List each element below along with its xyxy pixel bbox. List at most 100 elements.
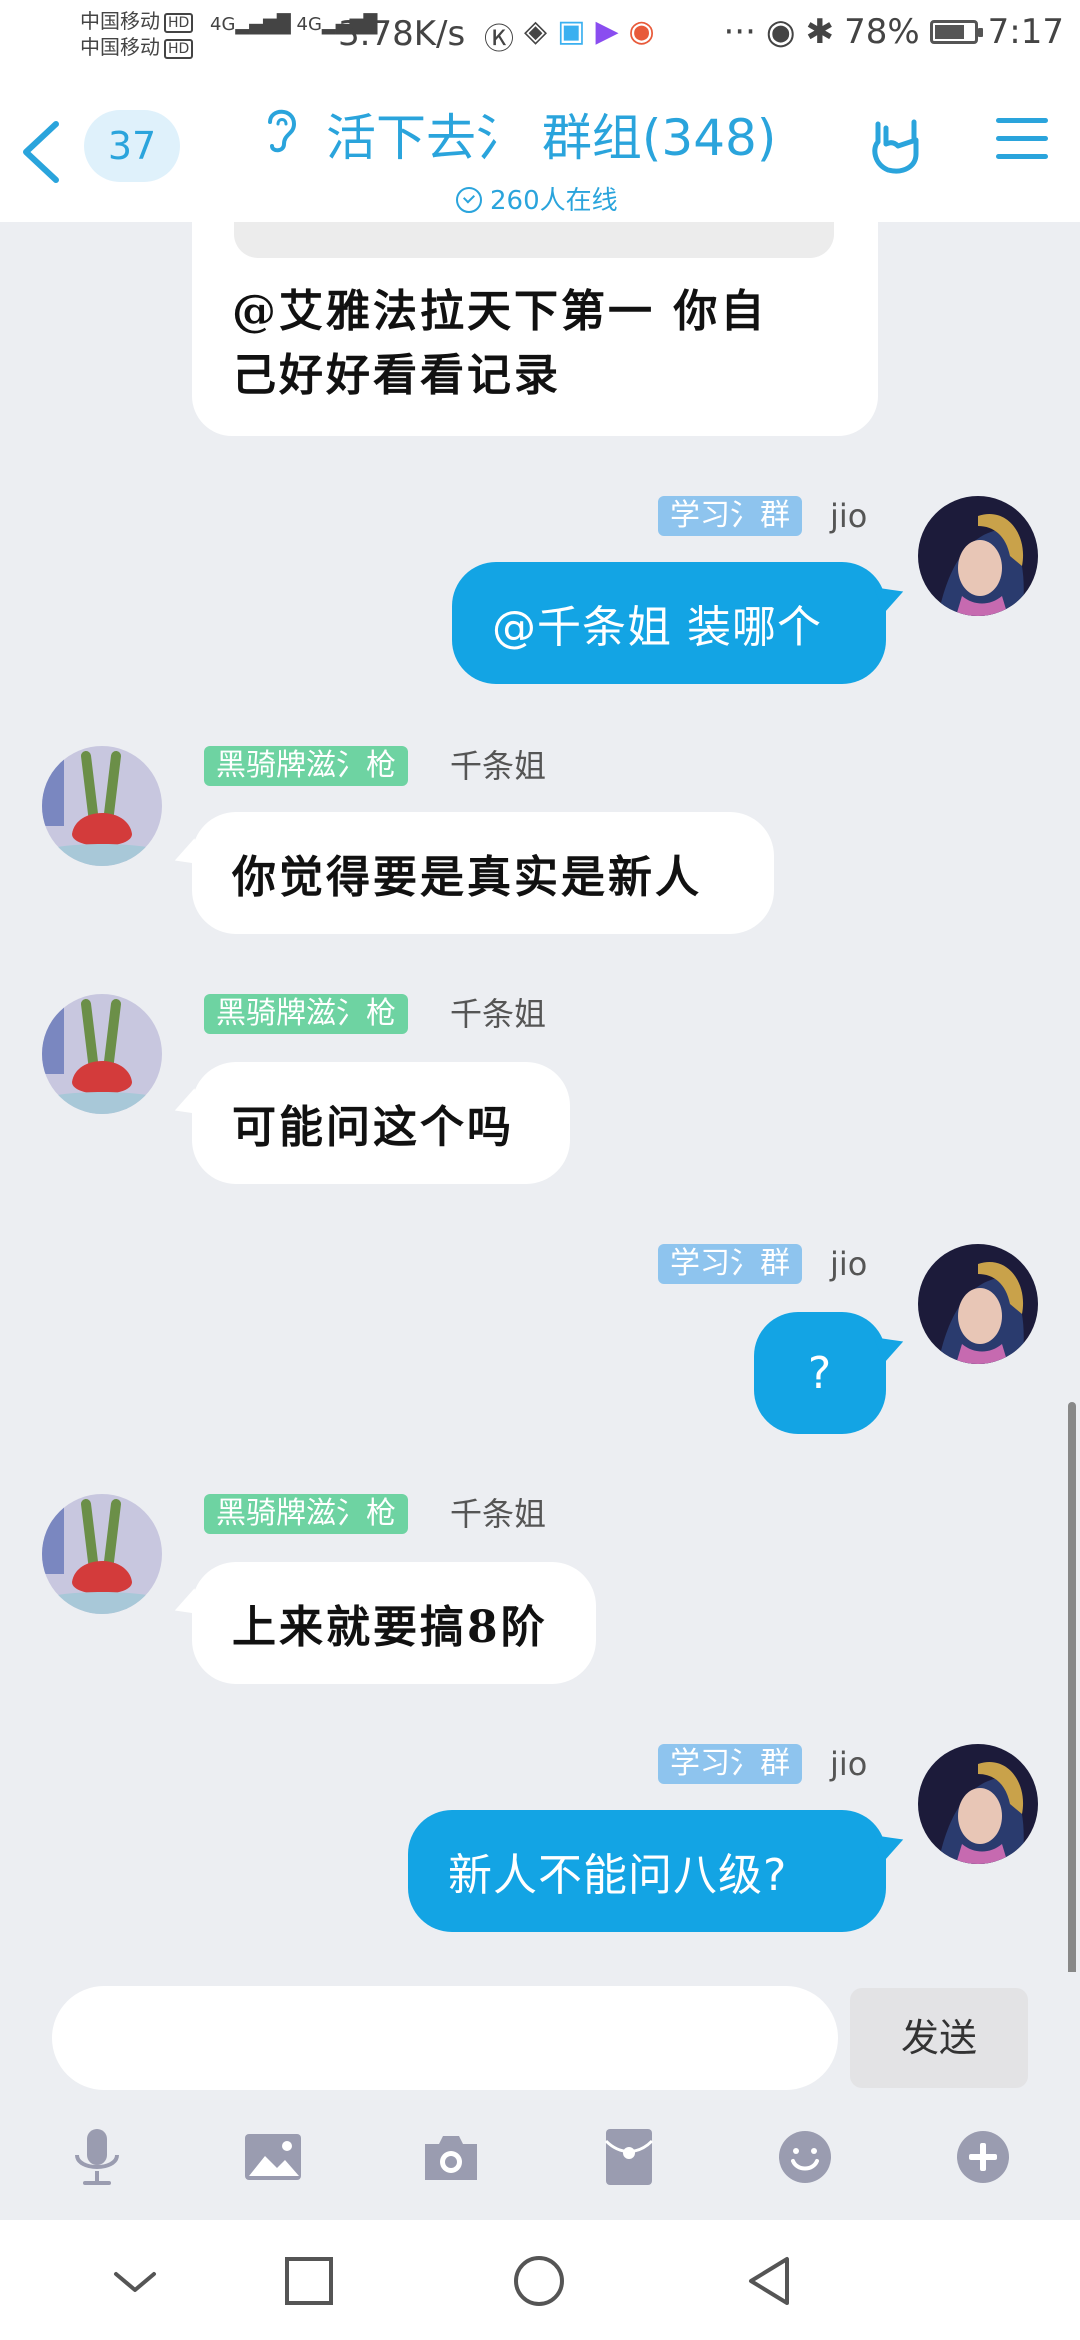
sender-name[interactable]: jio: [830, 496, 867, 536]
avatar-image: [918, 1744, 1038, 1864]
browser-icon: ◉: [628, 14, 655, 49]
menu-line: [996, 154, 1048, 159]
avatar-image: [918, 1244, 1038, 1364]
composer: 发送: [0, 1972, 1080, 2220]
avatar-image: [42, 746, 162, 866]
square-icon: [285, 2257, 333, 2305]
carrier-2: 中国移动: [80, 35, 160, 59]
message-bubble[interactable]: @千条姐 装哪个: [452, 562, 886, 684]
carrier-1: 中国移动: [80, 9, 160, 33]
status-bar: 中国移动 HD 中国移动 HD 4G▂▄▆█ 4G▂▄▆█ 3.78K/s Ⓚ ◈ …: [0, 0, 1080, 72]
unread-count-badge[interactable]: 37: [84, 110, 180, 182]
rock-hand-button[interactable]: [864, 114, 928, 178]
battery-fill: [934, 25, 965, 39]
system-nav-bar: [0, 2220, 1080, 2340]
net-type-2: 4G: [296, 14, 322, 35]
battery-icon: [929, 20, 983, 44]
mic-icon: [75, 2129, 119, 2185]
member-tag: 学习氵群: [658, 1744, 802, 1784]
app-icon: ▣: [557, 14, 586, 49]
sender-name[interactable]: 千条姐: [450, 1494, 546, 1534]
net-type-1: 4G: [210, 14, 236, 35]
status-icons: Ⓚ ◈ ▣ ▶ ◉: [484, 14, 655, 58]
message-bubble[interactable]: 可能问这个吗: [192, 1062, 570, 1184]
image-button[interactable]: [238, 2122, 308, 2192]
avatar[interactable]: [42, 746, 162, 866]
avatar[interactable]: [918, 1244, 1038, 1364]
avatar[interactable]: [42, 994, 162, 1114]
video-app-icon: ▶: [595, 14, 619, 49]
clock: 7:17: [987, 12, 1064, 52]
nav-collapse-button[interactable]: [100, 2246, 170, 2316]
sender-name[interactable]: 千条姐: [450, 994, 546, 1034]
message-text: 上来就要搞8阶: [232, 1602, 548, 1653]
online-text: 260人在线: [490, 186, 618, 216]
ear-icon: [268, 109, 297, 153]
nav-back-button[interactable]: [734, 2246, 804, 2316]
emoji-button[interactable]: [770, 2122, 840, 2192]
emoji-icon: [779, 2131, 831, 2183]
avatar[interactable]: [918, 1744, 1038, 1864]
scrollbar[interactable]: [1068, 1402, 1076, 1972]
avatar-image: [918, 496, 1038, 616]
rock-hand-icon: [872, 119, 919, 174]
triangle-back-icon: [749, 2257, 789, 2305]
k-app-icon: Ⓚ: [484, 22, 514, 57]
message-text: @千条姐 装哪个: [492, 602, 822, 653]
sender-name[interactable]: jio: [830, 1244, 867, 1284]
message-list[interactable]: @艾雅法拉天下第一 你自 己好好看看记录 学习氵群 jio @千条姐 装哪个 黑…: [0, 222, 1080, 1972]
hd-badge: HD: [164, 38, 194, 59]
image-icon: [245, 2134, 301, 2180]
send-button[interactable]: 发送: [850, 1988, 1028, 2088]
message-text-line-1: @艾雅法拉天下第一 你自: [232, 286, 768, 337]
message-bubble[interactable]: ?: [754, 1312, 886, 1434]
camera-icon: [425, 2136, 477, 2180]
nav-home-button[interactable]: [504, 2246, 574, 2316]
quoted-message: [234, 222, 834, 258]
member-tag: 黑骑牌滋氵枪: [204, 746, 408, 786]
network-speed: 3.78K/s: [338, 14, 466, 54]
message-bubble[interactable]: @艾雅法拉天下第一 你自 己好好看看记录: [192, 222, 878, 436]
avatar-image: [42, 994, 162, 1114]
message-bubble[interactable]: 你觉得要是真实是新人: [192, 812, 774, 934]
message-text: ?: [807, 1347, 833, 1399]
online-icon: [456, 187, 482, 213]
red-packet-button[interactable]: [594, 2122, 664, 2192]
hd-badge: HD: [164, 12, 194, 33]
chat-header: 37 活下去氵 群组(348) 260人在线: [0, 72, 1080, 222]
avatar[interactable]: [918, 496, 1038, 616]
online-count: 260人在线: [456, 180, 618, 217]
menu-line: [996, 136, 1048, 141]
sender-name[interactable]: 千条姐: [450, 746, 546, 786]
chevron-down-icon: [114, 2272, 156, 2292]
message-text: 可能问这个吗: [232, 1102, 514, 1153]
carrier-info: 中国移动 HD 中国移动 HD: [80, 8, 194, 60]
more-icon: ···: [723, 12, 756, 52]
voice-button[interactable]: [62, 2122, 132, 2192]
message-bubble[interactable]: 上来就要搞8阶: [192, 1562, 596, 1684]
message-text-line-2: 己好好看看记录: [232, 350, 561, 401]
composer-toolbar: [0, 2122, 1080, 2202]
sender-name[interactable]: jio: [830, 1744, 867, 1784]
camera-button[interactable]: [416, 2122, 486, 2192]
signal-icon: ▂▄▆█: [235, 14, 291, 35]
message-bubble[interactable]: 新人不能问八级?: [408, 1810, 886, 1932]
member-tag: 黑骑牌滋氵枪: [204, 1494, 408, 1534]
menu-line: [996, 118, 1048, 123]
nav-recents-button[interactable]: [274, 2246, 344, 2316]
chevron-left-icon: [23, 121, 59, 183]
member-tag: 黑骑牌滋氵枪: [204, 994, 408, 1034]
menu-button[interactable]: [996, 118, 1048, 170]
message-input[interactable]: [52, 1986, 838, 2090]
back-button[interactable]: [12, 112, 72, 192]
eye-icon: ◉: [765, 12, 796, 52]
member-tag: 学习氵群: [658, 496, 802, 536]
more-tools-button[interactable]: [948, 2122, 1018, 2192]
wifi-icon: ◈: [524, 14, 548, 49]
plus-icon: [957, 2131, 1009, 2183]
avatar[interactable]: [42, 1494, 162, 1614]
group-title: 活下去氵 群组(348): [326, 109, 777, 167]
message-text: 新人不能问八级?: [448, 1850, 788, 1901]
circle-icon: [514, 2256, 564, 2306]
battery-percent: 78%: [844, 12, 920, 52]
